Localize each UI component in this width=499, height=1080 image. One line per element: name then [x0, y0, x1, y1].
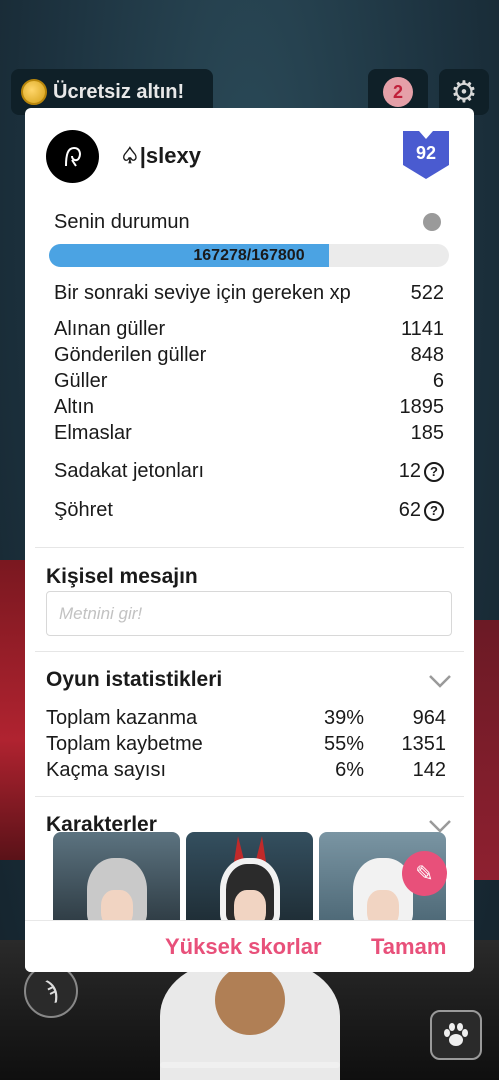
stat-row-fame: Şöhret 62 ?	[54, 499, 444, 522]
stat-value: 185	[410, 422, 444, 444]
level-value: 92	[415, 143, 437, 163]
profile-modal: ♤|slexy 92 Senin durumun 167278/167800 B…	[25, 108, 474, 972]
profile-scroll-area[interactable]: ♤|slexy 92 Senin durumun 167278/167800 B…	[25, 108, 474, 920]
stat-label: Elmaslar	[54, 422, 132, 444]
character-face	[101, 890, 133, 920]
divider	[35, 547, 464, 548]
emote-button[interactable]: ϡ	[24, 964, 78, 1018]
home-indicator	[160, 1062, 340, 1068]
game-stat-value: 964	[412, 707, 446, 729]
pencil-icon: ✎	[415, 860, 434, 886]
status-title: Senin durumun	[54, 211, 190, 233]
stat-value: 1895	[399, 396, 445, 418]
game-stat-label: Toplam kazanma	[46, 707, 198, 729]
help-icon[interactable]: ?	[424, 500, 444, 521]
ok-button[interactable]: Tamam	[371, 934, 446, 960]
stat-label: Altın	[54, 396, 95, 418]
stat-value: 522	[410, 282, 444, 304]
coin-icon	[21, 79, 47, 105]
dragon-icon: ϡ	[44, 977, 58, 1004]
status-indicator	[423, 213, 441, 231]
stat-label: Şöhret	[54, 499, 113, 521]
stat-value: 62	[398, 499, 421, 521]
character-face	[367, 890, 399, 920]
stat-label: Gönderilen güller	[54, 344, 207, 366]
stat-value: 1141	[400, 318, 444, 340]
edit-character-button[interactable]: ✎	[402, 851, 447, 896]
stat-row-received-roses: Alınan güller 1141	[54, 318, 444, 341]
game-stat-label: Toplam kaybetme	[46, 733, 203, 755]
stat-row-next-level: Bir sonraki seviye için gereken xp 522	[54, 282, 444, 305]
character-face	[234, 890, 266, 920]
stat-label: Güller	[54, 370, 108, 392]
divider	[35, 651, 464, 652]
gear-icon: ⚙	[450, 75, 478, 109]
username: ♤|slexy	[120, 143, 201, 168]
paw-icon	[444, 1023, 468, 1046]
modal-footer: Yüksek skorlar Tamam	[25, 920, 474, 972]
free-gold-label: Ücretsiz altın!	[53, 80, 185, 103]
game-stat-value: 1351	[401, 733, 447, 755]
stat-row-diamonds: Elmaslar 185	[54, 422, 444, 445]
xp-progress-text: 167278/167800	[193, 247, 305, 264]
game-stat-percent: 39%	[323, 707, 364, 729]
help-icon[interactable]: ?	[424, 461, 444, 482]
game-stat-value: 142	[412, 759, 446, 781]
stat-value: 6	[432, 370, 444, 392]
stat-value-wrap: 62 ?	[399, 499, 444, 522]
game-stat-percent: 6%	[335, 759, 364, 781]
highscores-button[interactable]: Yüksek skorlar	[165, 934, 322, 960]
xp-progress-bar: 167278/167800	[49, 244, 449, 267]
pet-button[interactable]	[430, 1010, 482, 1060]
stat-row-gold: Altın 1895	[54, 396, 444, 419]
character-card[interactable]	[186, 832, 313, 920]
character-card[interactable]	[53, 832, 180, 920]
stat-row-roses: Güller 6	[54, 370, 444, 393]
personal-message-title: Kişisel mesajın	[46, 565, 198, 588]
stat-value-wrap: 12 ?	[399, 460, 444, 483]
notification-count-badge: 2	[383, 77, 413, 107]
game-stat-percent: 55%	[323, 733, 364, 755]
stat-label: Sadakat jetonları	[54, 460, 205, 482]
personal-message-input[interactable]	[46, 591, 452, 636]
chevron-down-icon[interactable]	[428, 674, 452, 688]
level-badge: 92	[401, 129, 451, 181]
stat-label: Bir sonraki seviye için gereken xp	[54, 282, 351, 304]
divider	[35, 796, 464, 797]
chevron-down-icon[interactable]	[428, 819, 452, 833]
stat-value: 848	[410, 344, 444, 366]
stat-row-loyalty: Sadakat jetonları 12 ?	[54, 460, 444, 483]
game-stat-label: Kaçma sayısı	[46, 759, 167, 781]
background-character-face	[215, 965, 285, 1035]
avatar[interactable]	[46, 130, 99, 183]
stat-row-sent-roses: Gönderilen güller 848	[54, 344, 444, 367]
game-stats-title: Oyun istatistikleri	[46, 668, 223, 691]
avatar-icon	[64, 146, 81, 167]
stat-label: Alınan güller	[54, 318, 166, 340]
stat-value: 12	[398, 460, 421, 482]
